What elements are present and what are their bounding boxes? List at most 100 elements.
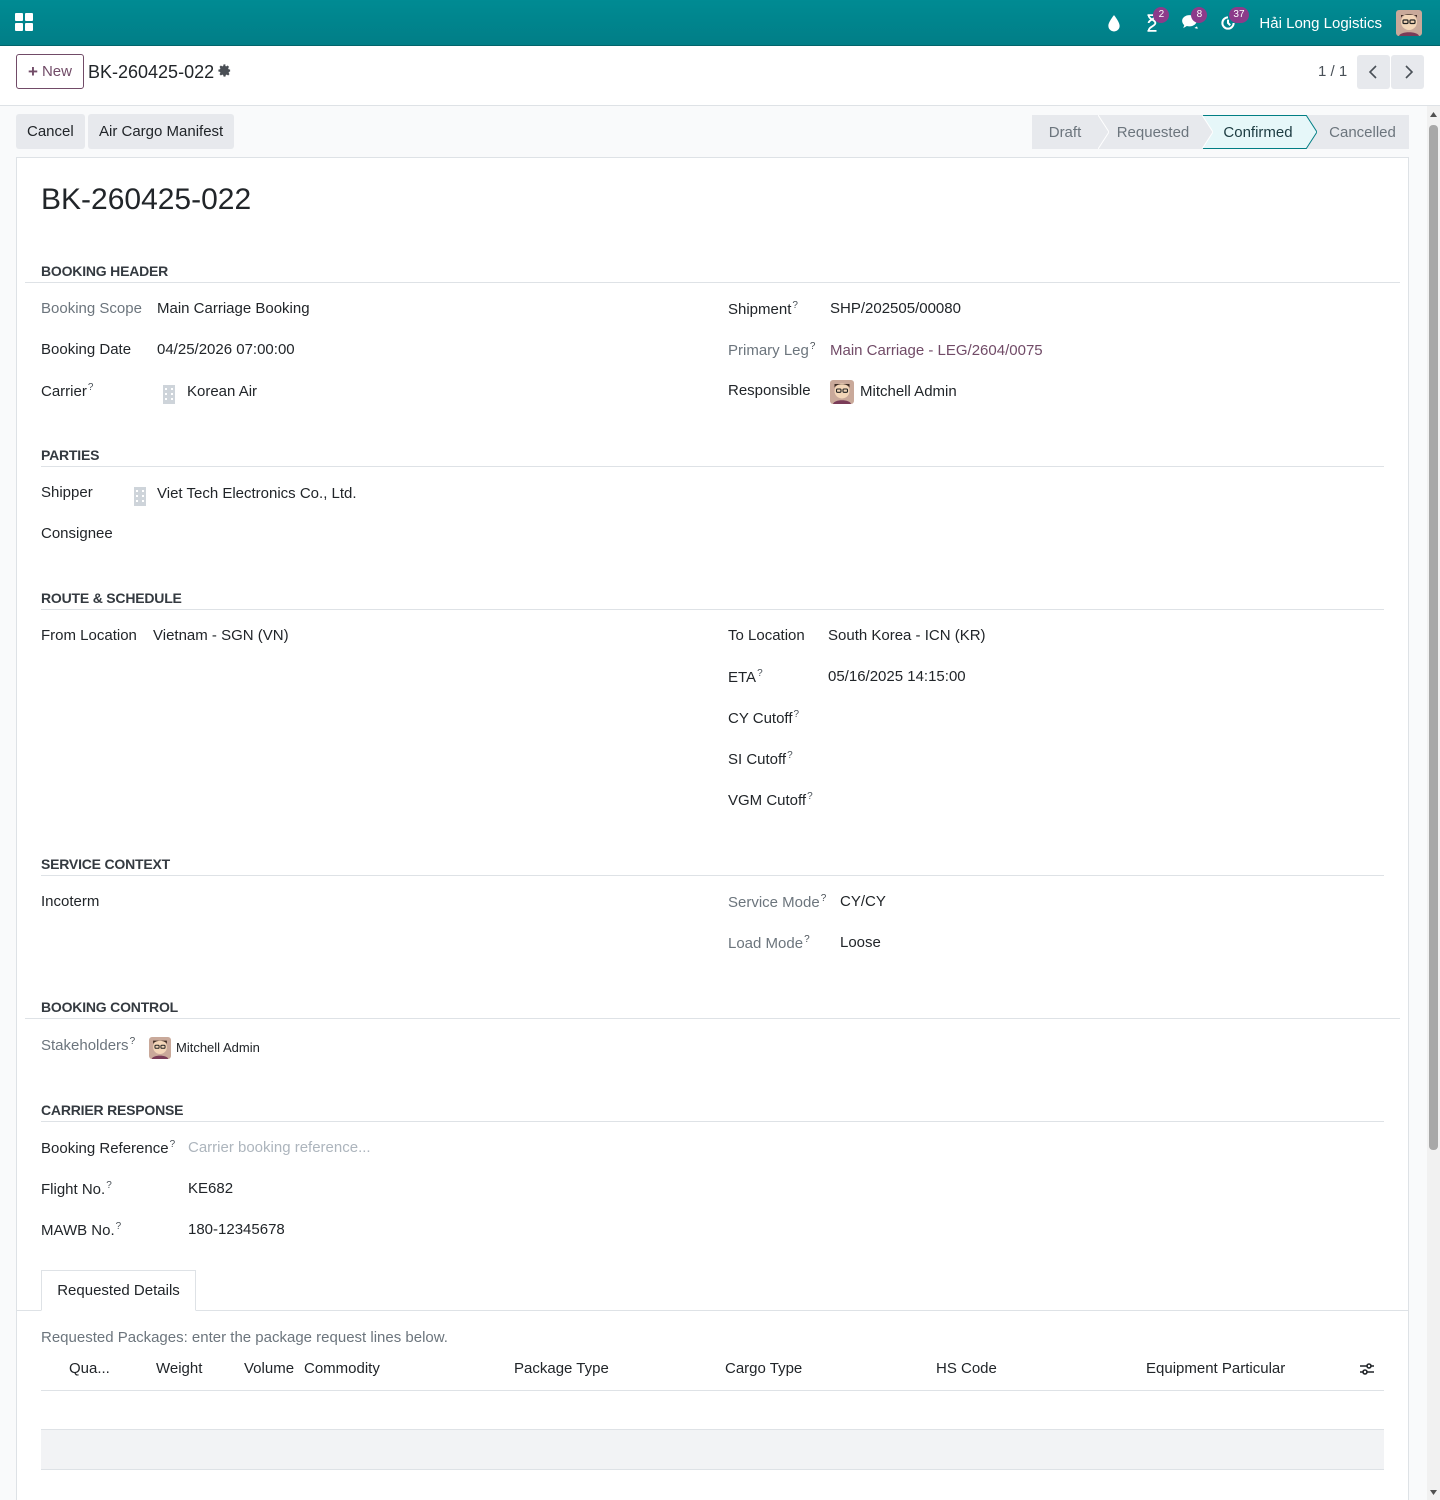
new-button-label: New xyxy=(41,63,72,80)
vgm-cutoff-label-text: VGM Cutoff xyxy=(728,792,807,809)
help-icon[interactable]: ? xyxy=(810,341,816,352)
column-header-hs-code[interactable]: HS Code xyxy=(936,1360,997,1377)
stakeholders-label: Stakeholders? xyxy=(41,1036,135,1054)
carrier-label-text: Carrier xyxy=(41,383,87,400)
help-icon[interactable]: ? xyxy=(804,934,810,945)
column-header-quantity[interactable]: Qua... xyxy=(69,1360,110,1377)
scroll-down-icon[interactable] xyxy=(1429,1488,1438,1497)
tab-requested-details[interactable]: Requested Details xyxy=(41,1270,196,1311)
consignee-label: Consignee xyxy=(41,525,113,542)
scroll-up-icon[interactable] xyxy=(1429,110,1438,119)
help-icon[interactable]: ? xyxy=(793,709,799,720)
booking-date-field[interactable]: 04/25/2026 07:00:00 xyxy=(157,341,295,358)
to-location-label: To Location xyxy=(728,627,805,644)
section-booking-control: BOOKING CONTROL xyxy=(41,999,178,1015)
booking-reference-input[interactable]: Carrier booking reference... xyxy=(188,1139,371,1156)
chevron-right-icon xyxy=(1404,65,1413,79)
column-header-equipment-particular[interactable]: Equipment Particular xyxy=(1146,1360,1285,1377)
gear-icon[interactable] xyxy=(217,63,232,78)
help-icon[interactable]: ? xyxy=(757,668,763,679)
responsible-field[interactable]: Mitchell Admin xyxy=(860,383,957,400)
status-bar: Draft Requested Confirmed Cancelled xyxy=(1032,115,1409,149)
booking-scope-field[interactable]: Main Carriage Booking xyxy=(157,300,310,317)
primary-leg-link[interactable]: Main Carriage - LEG/2604/0075 xyxy=(830,342,1043,359)
status-arrow xyxy=(1202,115,1213,149)
shipment-label: Shipment? xyxy=(728,300,798,318)
shipper-field[interactable]: Viet Tech Electronics Co., Ltd. xyxy=(157,485,357,502)
user-avatar[interactable] xyxy=(1396,10,1422,36)
pager-next-button[interactable] xyxy=(1391,55,1424,89)
scrollbar-thumb[interactable] xyxy=(1429,125,1438,1150)
status-arrow xyxy=(1098,115,1109,149)
help-icon[interactable]: ? xyxy=(807,791,813,802)
status-step-requested[interactable]: Requested xyxy=(1098,115,1213,149)
chevron-left-icon xyxy=(1368,65,1377,79)
column-header-weight[interactable]: Weight xyxy=(156,1360,202,1377)
activity-icon[interactable]: 37 xyxy=(1209,0,1249,46)
section-service-context: SERVICE CONTEXT xyxy=(41,856,170,872)
shipment-field[interactable]: SHP/202505/00080 xyxy=(830,300,961,317)
pager-value[interactable]: 1 / 1 xyxy=(1318,63,1347,80)
shipper-label: Shipper xyxy=(41,484,93,501)
tab-divider xyxy=(17,1310,1408,1311)
column-header-cargo-type[interactable]: Cargo Type xyxy=(725,1360,802,1377)
column-header-commodity[interactable]: Commodity xyxy=(304,1360,380,1377)
top-navbar: 2 8 37 Hải Long Logistics xyxy=(0,0,1440,46)
shipment-label-text: Shipment xyxy=(728,301,792,318)
grid-icon[interactable] xyxy=(15,13,33,31)
company-switcher[interactable]: Hải Long Logistics xyxy=(1259,15,1382,32)
carrier-field[interactable]: Korean Air xyxy=(187,383,257,400)
section-divider xyxy=(25,1018,1400,1019)
booking-date-label: Booking Date xyxy=(41,341,132,358)
from-location-field[interactable]: Vietnam - SGN (VN) xyxy=(153,627,289,644)
load-mode-label-text: Load Mode xyxy=(728,935,804,952)
incoterm-label: Incoterm xyxy=(41,893,100,910)
status-step-label: Confirmed xyxy=(1223,123,1293,141)
help-icon[interactable]: ? xyxy=(116,1221,122,1232)
stakeholder-tag[interactable]: Mitchell Admin xyxy=(176,1040,260,1055)
help-icon[interactable]: ? xyxy=(821,893,827,904)
status-step-confirmed[interactable]: Confirmed xyxy=(1202,115,1317,149)
booking-reference-label-text: Booking Reference xyxy=(41,1140,169,1157)
pager-previous-button[interactable] xyxy=(1357,55,1390,89)
load-mode-field[interactable]: Loose xyxy=(840,934,881,951)
air-cargo-manifest-button[interactable]: Air Cargo Manifest xyxy=(88,114,235,149)
service-mode-field[interactable]: CY/CY xyxy=(840,893,886,910)
chat-icon[interactable]: 8 xyxy=(1171,0,1209,46)
help-icon[interactable]: ? xyxy=(787,750,793,761)
drop-icon[interactable] xyxy=(1095,0,1133,46)
cy-cutoff-label: CY Cutoff? xyxy=(728,709,799,727)
new-button[interactable]: + New xyxy=(16,54,84,89)
status-step-draft[interactable]: Draft xyxy=(1032,115,1109,149)
section-parties: PARTIES xyxy=(41,447,100,463)
help-icon[interactable]: ? xyxy=(130,1036,136,1047)
section-booking-header: BOOKING HEADER xyxy=(41,263,169,279)
service-mode-label-text: Service Mode xyxy=(728,894,820,911)
column-header-package-type[interactable]: Package Type xyxy=(514,1360,609,1377)
help-icon[interactable]: ? xyxy=(88,382,94,393)
form-sheet xyxy=(16,157,1409,1500)
hourglass-icon[interactable]: 2 xyxy=(1133,0,1171,46)
primary-leg-label: Primary Leg? xyxy=(728,341,815,359)
record-title: BK-260425-022 xyxy=(41,183,252,216)
eta-label: ETA? xyxy=(728,668,763,686)
section-divider xyxy=(41,875,1384,876)
column-settings-icon[interactable] xyxy=(1359,1361,1375,1377)
section-route-schedule: ROUTE & SCHEDULE xyxy=(41,590,182,606)
flight-no-field[interactable]: KE682 xyxy=(188,1180,233,1197)
help-icon[interactable]: ? xyxy=(170,1139,176,1150)
column-header-volume[interactable]: Volume xyxy=(244,1360,294,1377)
eta-field[interactable]: 05/16/2025 14:15:00 xyxy=(828,668,966,685)
to-location-field[interactable]: South Korea - ICN (KR) xyxy=(828,627,986,644)
stakeholder-avatar xyxy=(149,1037,171,1059)
help-icon[interactable]: ? xyxy=(106,1180,112,1191)
status-step-cancelled[interactable]: Cancelled xyxy=(1306,115,1409,149)
load-mode-label: Load Mode? xyxy=(728,934,810,952)
service-mode-label: Service Mode? xyxy=(728,893,826,911)
help-icon[interactable]: ? xyxy=(792,300,798,311)
si-cutoff-label: SI Cutoff? xyxy=(728,750,793,768)
cancel-button[interactable]: Cancel xyxy=(16,114,85,149)
mawb-no-field[interactable]: 180-12345678 xyxy=(188,1221,285,1238)
control-panel: + New BK-260425-022 1 / 1 xyxy=(0,46,1440,106)
status-step-label: Draft xyxy=(1048,123,1082,141)
